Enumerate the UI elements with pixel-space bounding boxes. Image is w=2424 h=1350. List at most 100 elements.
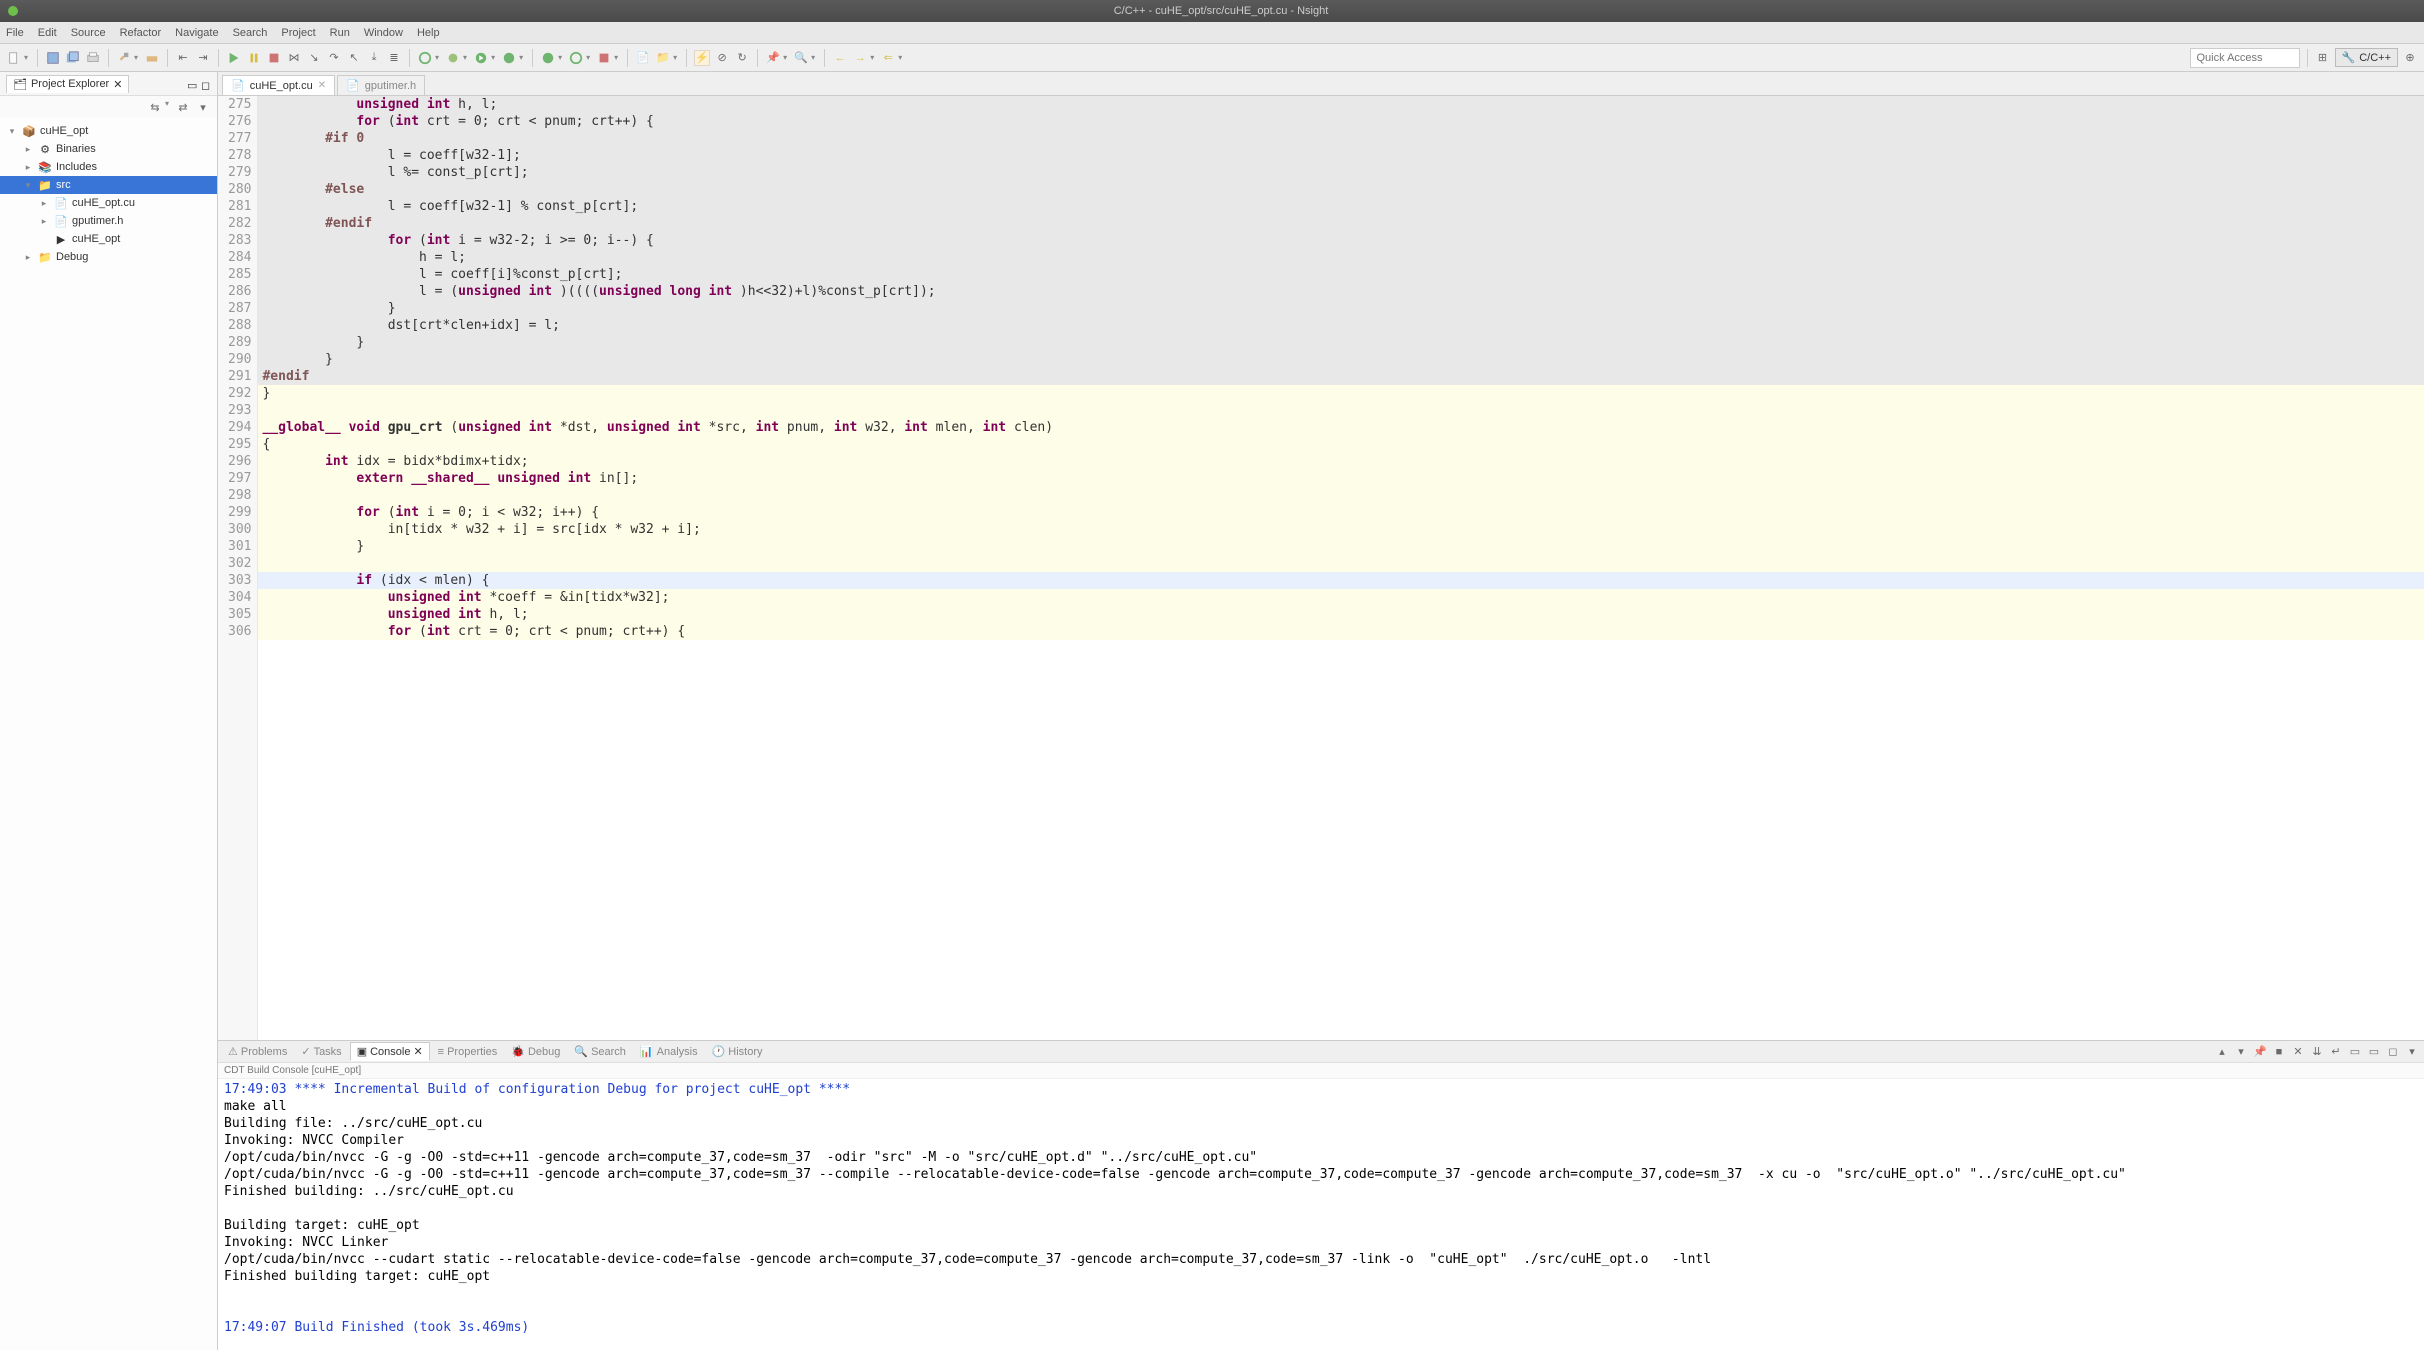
scroll-icon[interactable]: ⇊ [2309,1044,2325,1060]
code-line[interactable]: dst[crt*clen+idx] = l; [258,317,2424,334]
dropdown-icon[interactable]: ▾ [463,53,467,62]
min-icon[interactable]: ▭ [2366,1044,2382,1060]
build-all-icon[interactable] [144,50,160,66]
code-line[interactable]: unsigned int *coeff = &in[tidx*w32]; [258,589,2424,606]
close-icon[interactable]: ✕ [113,78,122,91]
code-line[interactable]: } [258,538,2424,555]
code-editor[interactable]: 2752762772782792802812822832842852862872… [218,96,2424,1040]
minimize-icon[interactable]: ▭ [187,79,197,89]
disclosure-icon[interactable]: ▸ [38,216,50,227]
editor-tab[interactable]: 📄gputimer.h [337,75,425,95]
disclosure-icon[interactable]: ▸ [22,162,34,173]
menu-navigate[interactable]: Navigate [175,27,218,39]
resume-icon[interactable] [226,50,242,66]
dropdown-icon[interactable]: ▾ [435,53,439,62]
tree-item[interactable]: ▸📁Debug [0,248,217,266]
debug-icon[interactable] [445,50,461,66]
open-perspective-icon[interactable]: ⊞ [2315,50,2331,66]
print-icon[interactable] [85,50,101,66]
tree-item[interactable]: ▾📦cuHE_opt [0,122,217,140]
maximize-icon[interactable]: ◻ [201,79,211,89]
down-icon[interactable]: ▾ [2233,1044,2249,1060]
new-icon[interactable] [6,50,22,66]
code-line[interactable]: } [258,334,2424,351]
bottom-tab-console[interactable]: ▣Console ✕ [350,1042,430,1061]
menu-icon[interactable]: ▾ [2404,1044,2420,1060]
run-last-icon[interactable] [540,50,556,66]
disclosure-icon[interactable]: ▸ [38,198,50,209]
code-line[interactable] [258,487,2424,504]
bottom-tab-problems[interactable]: ⚠Problems [222,1043,293,1060]
stop-icon[interactable]: ■ [2271,1044,2287,1060]
dropdown-icon[interactable]: ▾ [519,53,523,62]
ext-tools-icon[interactable] [596,50,612,66]
code-line[interactable]: for (int crt = 0; crt < pnum; crt++) { [258,623,2424,640]
new-folder-icon[interactable]: 📁 [655,50,671,66]
code-line[interactable]: l = coeff[w32-1]; [258,147,2424,164]
code-line[interactable]: unsigned int h, l; [258,96,2424,113]
step-into-icon[interactable]: ↘ [306,50,322,66]
code-line[interactable]: for (int crt = 0; crt < pnum; crt++) { [258,113,2424,130]
dropdown-icon[interactable]: ▾ [24,53,28,62]
code-line[interactable]: l = coeff[w32-1] % const_p[crt]; [258,198,2424,215]
open-icon[interactable]: ▭ [2347,1044,2363,1060]
bottom-tab-search[interactable]: 🔍Search [568,1043,632,1060]
dropdown-icon[interactable]: ▾ [811,53,815,62]
dropdown-icon[interactable]: ▾ [898,53,902,62]
code-line[interactable]: } [258,300,2424,317]
wrap-icon[interactable]: ↵ [2328,1044,2344,1060]
code-line[interactable]: #else [258,181,2424,198]
dropdown-icon[interactable]: ▾ [134,53,138,62]
restart-icon[interactable]: ↻ [734,50,750,66]
code-line[interactable]: #endif [258,368,2424,385]
code-line[interactable]: #if 0 [258,130,2424,147]
disclosure-icon[interactable]: ▸ [22,144,34,155]
save-all-icon[interactable] [65,50,81,66]
dropdown-icon[interactable]: ▾ [614,53,618,62]
pin-icon[interactable]: 📌 [765,50,781,66]
code-line[interactable]: l = coeff[i]%const_p[crt]; [258,266,2424,283]
quick-access-input[interactable] [2190,48,2300,68]
step-for-icon[interactable]: ⇥ [195,50,211,66]
bottom-tab-analysis[interactable]: 📊Analysis [634,1043,704,1060]
dropdown-icon[interactable]: ▾ [870,53,874,62]
skip-bp-icon[interactable]: ⊘ [714,50,730,66]
collapse-all-icon[interactable]: ⇆ [147,99,163,115]
suspend-icon[interactable] [246,50,262,66]
drop-frame-icon[interactable]: ⤓ [366,50,382,66]
save-icon[interactable] [45,50,61,66]
terminate-icon[interactable] [266,50,282,66]
run-icon[interactable] [473,50,489,66]
view-menu-icon[interactable]: ▾ [195,99,211,115]
perspective-menu-icon[interactable]: ⊕ [2402,50,2418,66]
profile-icon[interactable] [417,50,433,66]
new-class-icon[interactable]: 📄 [635,50,651,66]
step-filters-icon[interactable]: ≣ [386,50,402,66]
back-icon-2[interactable]: ⇐ [880,50,896,66]
link-editor-icon[interactable]: ⇄ [175,99,191,115]
tree-item[interactable]: ▾📁src [0,176,217,194]
perspective-button[interactable]: 🔧 C/C++ [2335,48,2399,67]
next-edit-icon[interactable]: → [852,50,868,66]
disclosure-icon[interactable]: ▸ [22,252,34,263]
tree-item[interactable]: ▸📄gputimer.h [0,212,217,230]
code-line[interactable]: int idx = bidx*bdimx+tidx; [258,453,2424,470]
dropdown-icon[interactable]: ▾ [491,53,495,62]
menu-file[interactable]: File [6,27,24,39]
code-line[interactable]: in[tidx * w32 + i] = src[idx * w32 + i]; [258,521,2424,538]
build-icon[interactable] [116,50,132,66]
menu-refactor[interactable]: Refactor [120,27,162,39]
prev-edit-icon[interactable]: ← [832,50,848,66]
code-line[interactable]: extern __shared__ unsigned int in[]; [258,470,2424,487]
menu-edit[interactable]: Edit [38,27,57,39]
bottom-tab-debug[interactable]: 🐞Debug [505,1043,566,1060]
disclosure-icon[interactable]: ▾ [22,180,34,191]
dropdown-icon[interactable]: ▾ [783,53,787,62]
dropdown-icon[interactable]: ▾ [586,53,590,62]
code-line[interactable] [258,555,2424,572]
disclosure-icon[interactable]: ▾ [6,126,18,137]
code-line[interactable]: } [258,385,2424,402]
tree-item[interactable]: ▸📚Includes [0,158,217,176]
code-line[interactable]: } [258,351,2424,368]
menu-window[interactable]: Window [364,27,403,39]
